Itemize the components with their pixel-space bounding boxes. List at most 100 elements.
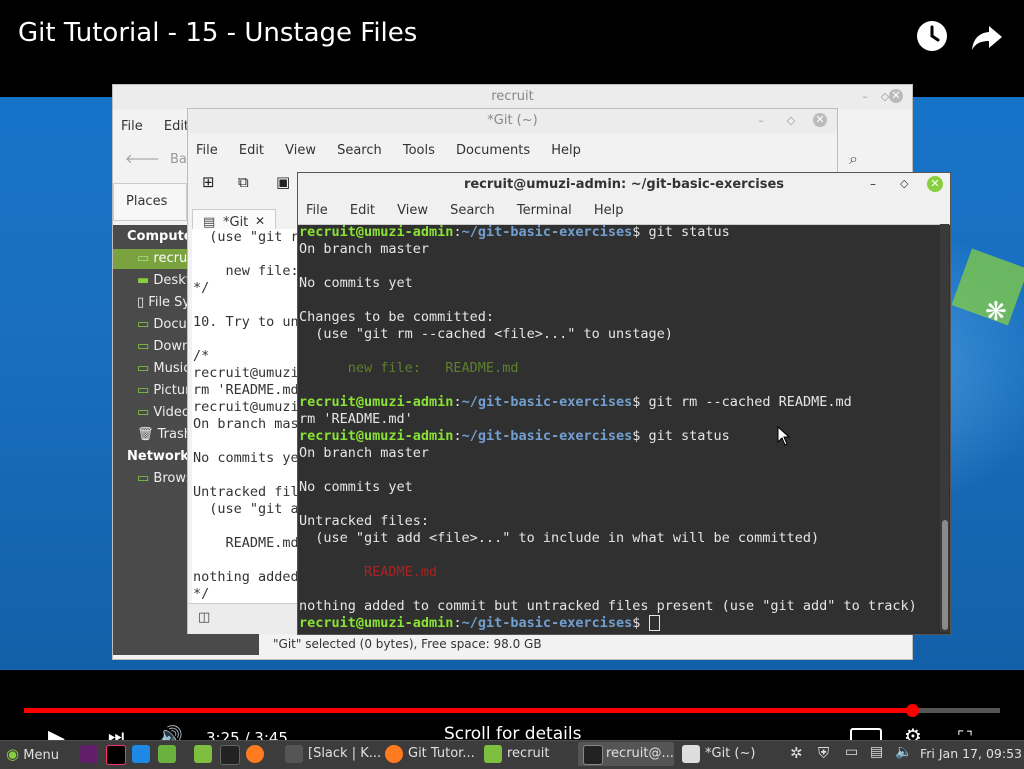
video-title[interactable]: Git Tutorial - 15 - Unstage Files [18, 18, 417, 48]
editor-titlebar[interactable]: *Git (~) [188, 109, 837, 133]
prompt-symbol: $ [632, 224, 649, 240]
places-tab[interactable]: Places [113, 183, 187, 221]
prompt-symbol: $ [632, 615, 649, 631]
scroll-for-details[interactable]: Scroll for details [444, 724, 581, 740]
terminal-title: recruit@umuzi-admin: ~/git-basic-exercis… [463, 177, 785, 192]
save-document-icon[interactable]: ▣ [276, 173, 290, 191]
terminal-scrollbar-thumb[interactable] [942, 520, 948, 630]
sidebar-item-browse-network[interactable]: ▭ Brows [137, 471, 193, 486]
prompt-path: ~/git-basic-exercises [461, 428, 633, 444]
taskbar-item-git-tutorial[interactable]: Git Tutor... [408, 744, 475, 764]
terminal-output-line: On branch master [299, 445, 430, 461]
terminal-output-line: No commits yet [299, 479, 413, 495]
new-document-icon[interactable]: ⊞ [202, 173, 215, 191]
editor-menu-file[interactable]: File [196, 143, 218, 158]
editor-window-icon [682, 745, 700, 763]
folder-launcher-icon[interactable] [194, 745, 212, 763]
notifications-icon[interactable]: ▭ [845, 744, 858, 760]
terminal-prompt-line: recruit@umuzi-admin:~/git-basic-exercise… [298, 394, 938, 411]
volume-tray-icon[interactable]: 🔈 [895, 744, 912, 760]
terminal-menu-edit[interactable]: Edit [350, 203, 375, 218]
terminal-window[interactable]: recruit@umuzi-admin: ~/git-basic-exercis… [297, 172, 951, 635]
video-title-bar [0, 0, 1024, 97]
side-panel-toggle-icon[interactable]: ◫ [198, 610, 210, 625]
terminal-menu-terminal[interactable]: Terminal [517, 203, 572, 218]
sidebar-item-music[interactable]: ▭ Music [137, 361, 190, 376]
terminal-output[interactable]: recruit@umuzi-admin:~/git-basic-exercise… [298, 224, 938, 634]
slack-tray-icon[interactable]: ✲ [790, 744, 803, 762]
editor-minimize-icon[interactable]: – [754, 114, 768, 128]
editor-close-icon[interactable]: ✕ [813, 113, 827, 127]
firefox-launcher-icon[interactable] [246, 745, 264, 763]
taskbar-item-terminal[interactable]: recruit@... [606, 744, 674, 764]
firefox-window-icon [385, 745, 403, 763]
share-icon[interactable] [970, 20, 1004, 54]
file-manager-titlebar[interactable]: recruit [113, 85, 912, 109]
editor-menu-view[interactable]: View [285, 143, 316, 158]
intellij-launcher-icon[interactable] [106, 745, 126, 765]
menu-edit[interactable]: Edit [164, 119, 189, 134]
editor-menu-help[interactable]: Help [551, 143, 581, 158]
terminal-menu-file[interactable]: File [306, 203, 328, 218]
slack-launcher-icon[interactable] [80, 745, 98, 763]
taskbar-item-editor[interactable]: *Git (~) [705, 744, 755, 764]
terminal-launcher-icon[interactable] [220, 745, 240, 765]
file-manager-statusbar: "Git" selected (0 bytes), Free space: 98… [273, 637, 542, 651]
sidebar-item-trash[interactable]: 🗑 Trash [137, 427, 192, 442]
terminal-command: git rm --cached README.md [648, 394, 852, 410]
editor-menu-edit[interactable]: Edit [239, 143, 264, 158]
terminal-titlebar[interactable]: recruit@umuzi-admin: ~/git-basic-exercis… [298, 173, 950, 197]
editor-line: (use "git ad [193, 501, 302, 517]
sidebar-item-pictures[interactable]: ▭ Pictur [137, 383, 190, 398]
terminal-command: git status [648, 428, 730, 444]
minimize-icon[interactable]: – [858, 90, 872, 104]
document-icon: ▤ [203, 215, 216, 230]
editor-menu-tools[interactable]: Tools [403, 143, 435, 158]
taskbar-item-recruit[interactable]: recruit [507, 744, 550, 764]
editor-text-area[interactable]: (use "git r new file: */10. Try to un/* re… [192, 229, 302, 603]
sidebar-item-downloads[interactable]: ▭ Down [137, 339, 190, 354]
editor-line: new file: [193, 263, 299, 279]
sidebar-item-desktop[interactable]: ▬ Deskt [137, 273, 191, 288]
progress-scrubber[interactable] [906, 704, 919, 717]
taskbar-item-slack[interactable]: [Slack | K... [308, 744, 381, 764]
terminal-output-line: On branch master [299, 241, 430, 257]
clipboard-icon[interactable]: ▤ [870, 744, 883, 760]
prompt-path: ~/git-basic-exercises [461, 224, 633, 240]
vscode-launcher-icon[interactable] [132, 745, 150, 763]
menu-button[interactable]: ◉ Menu [6, 744, 59, 764]
terminal-minimize-icon[interactable]: – [870, 177, 876, 191]
search-icon[interactable]: ⌕ [849, 149, 858, 169]
watch-later-icon[interactable] [915, 19, 949, 53]
places-label: Places [126, 194, 168, 209]
terminal-output-line: (use "git rm --cached <file>..." to unst… [299, 326, 673, 342]
menu-file[interactable]: File [121, 119, 143, 134]
editor-menu-search[interactable]: Search [337, 143, 382, 158]
tab-label: *Git [223, 215, 249, 230]
sidebar-item-filesystem[interactable]: ▯ File Sy [137, 295, 190, 310]
terminal-menu-view[interactable]: View [397, 203, 428, 218]
terminal-window-icon [583, 745, 603, 765]
editor-maximize-icon[interactable]: ◇ [784, 114, 798, 128]
editor-line: rm 'README.md [193, 382, 299, 398]
clock[interactable]: Fri Jan 17, 09:53 [920, 744, 1022, 764]
terminal-prompt-line: recruit@umuzi-admin:~/git-basic-exercise… [298, 428, 938, 445]
editor-menu-documents[interactable]: Documents [456, 143, 530, 158]
shield-icon[interactable]: ⛨ [818, 744, 829, 762]
open-document-icon[interactable]: ⧉ [238, 173, 249, 191]
terminal-menu-help[interactable]: Help [594, 203, 624, 218]
terminal-output-line: No commits yet [299, 275, 413, 291]
terminal-close-icon[interactable]: ✕ [927, 176, 943, 192]
tab-close-icon[interactable]: ✕ [255, 214, 265, 228]
close-icon[interactable]: ✕ [889, 89, 903, 103]
sidebar-item-videos[interactable]: ▭ Video [137, 405, 190, 420]
file-manager-launcher-icon[interactable] [158, 745, 176, 763]
terminal-maximize-icon[interactable]: ◇ [900, 177, 908, 190]
editor-line: 10. Try to un [193, 314, 299, 330]
terminal-menu-search[interactable]: Search [450, 203, 495, 218]
sidebar-item-documents[interactable]: ▭ Docur [137, 317, 192, 332]
